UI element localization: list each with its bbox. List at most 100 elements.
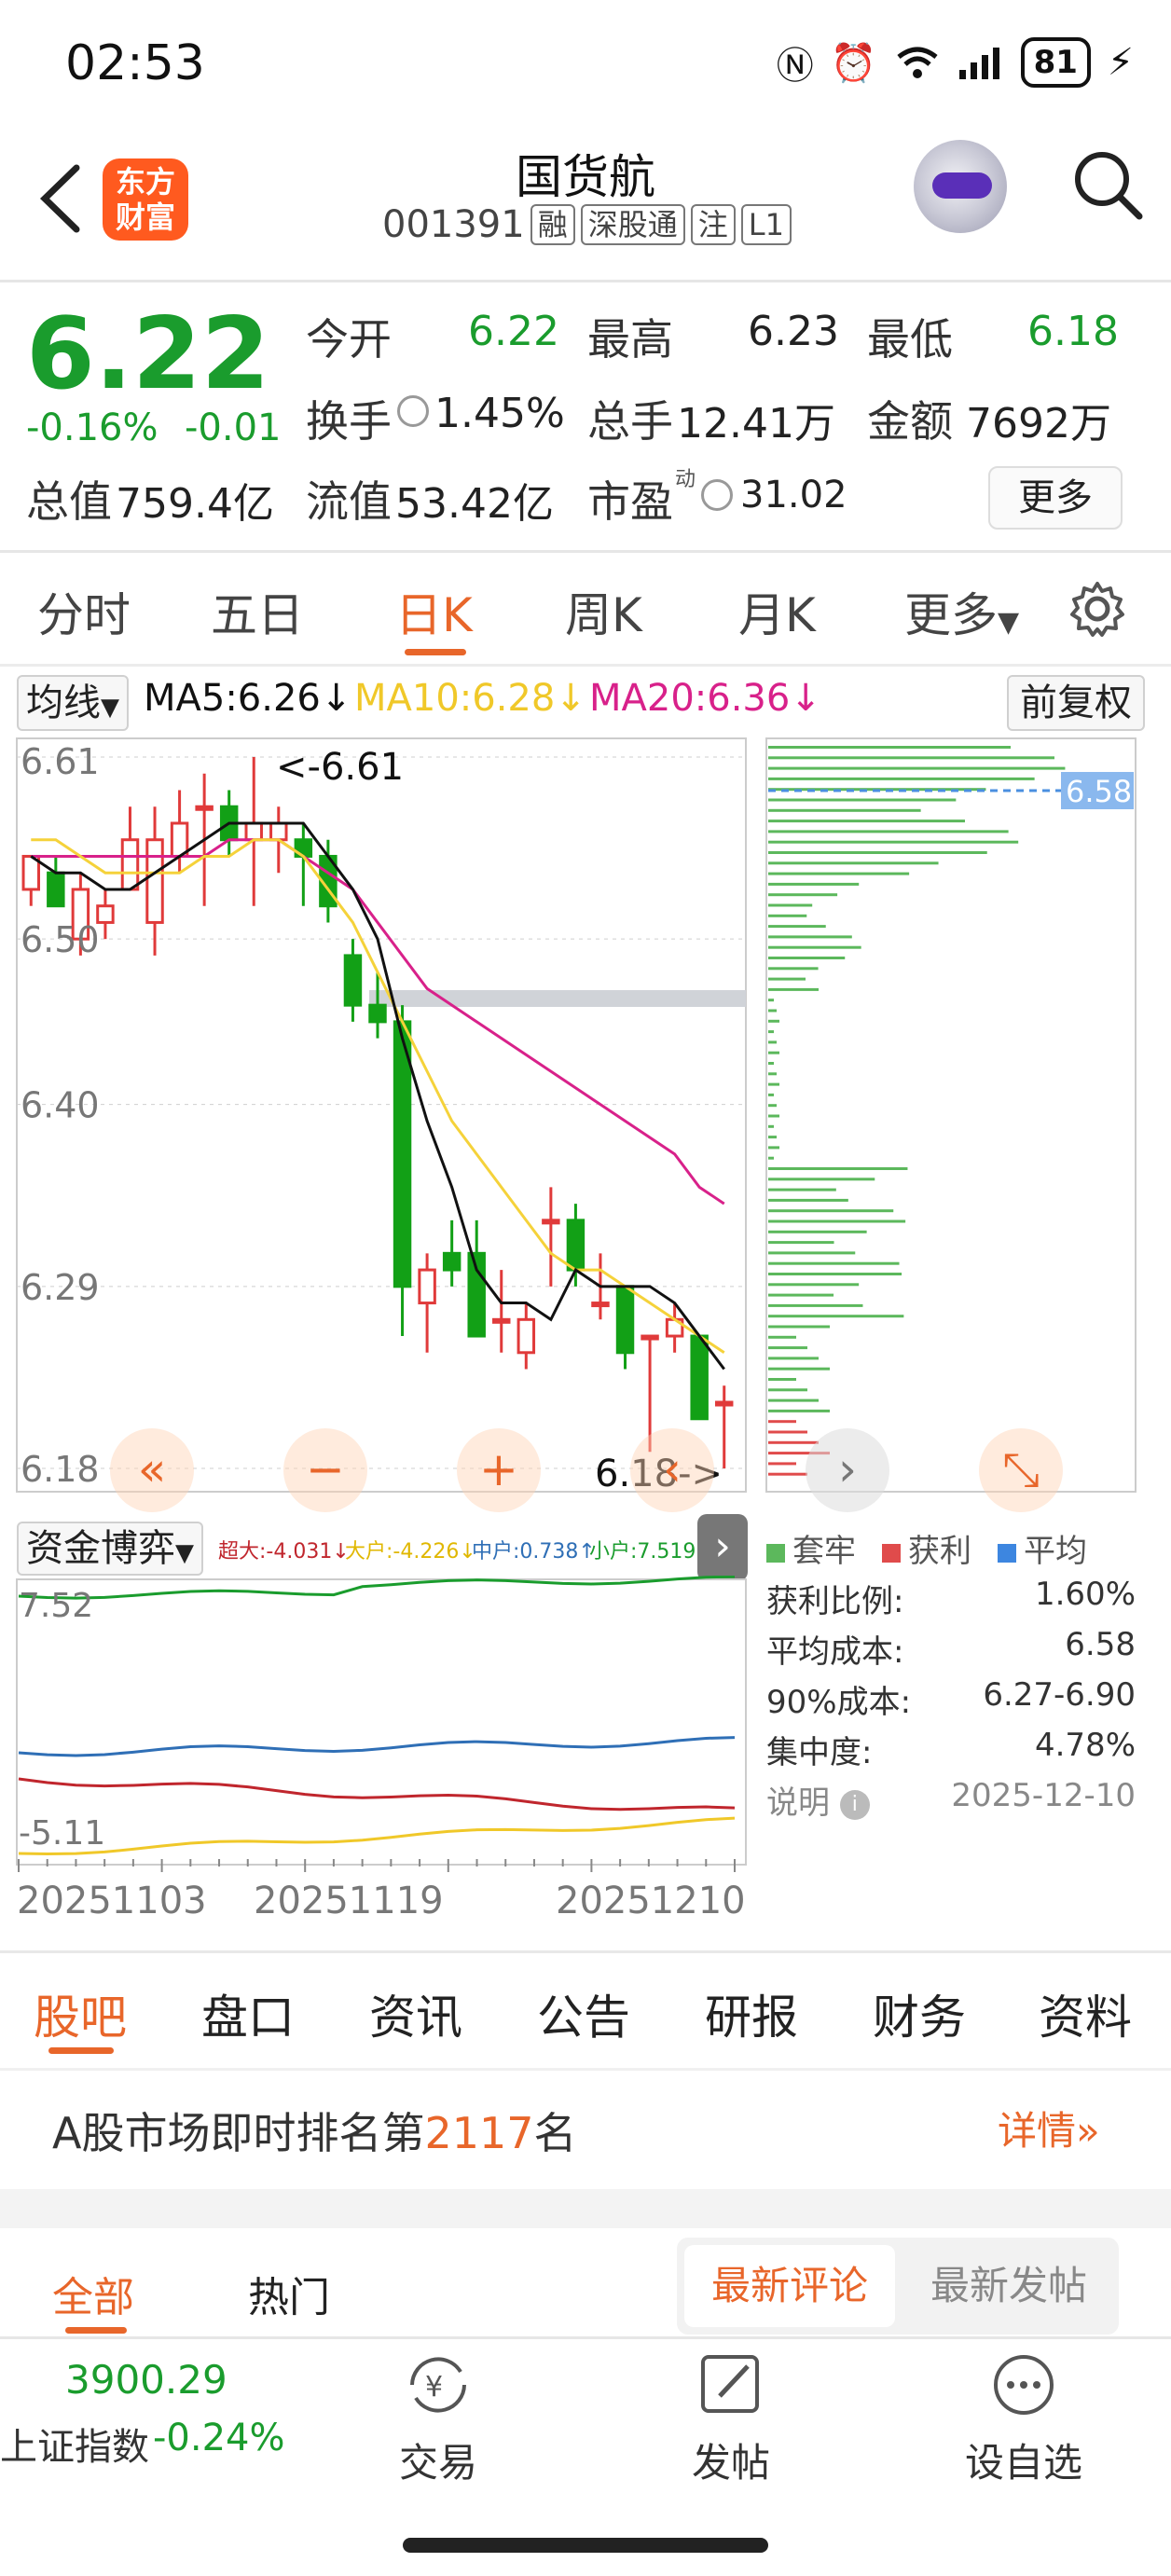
ma5-label: MA5:6.26↓ [144, 677, 352, 720]
chip-bar [768, 1409, 830, 1412]
chip-bar [768, 1462, 796, 1466]
chip-note[interactable]: 说明 i 2025-12-10 [766, 1777, 1136, 1823]
fullscreen-button[interactable]: ⤡ [979, 1428, 1063, 1512]
candle-up [591, 1302, 610, 1308]
tab-announcements[interactable]: 公告 [537, 1980, 630, 2047]
sort-latest-post[interactable]: 最新发帖 [904, 2245, 1113, 2327]
high-marker: <-6.61 [276, 746, 404, 789]
chip-bar [768, 872, 910, 875]
pe-value: 31.02 [740, 474, 847, 517]
chip-bar [768, 1167, 908, 1170]
float-value: 53.42亿 [395, 480, 554, 528]
rank-detail-link[interactable]: 详情» [998, 2100, 1100, 2156]
charging-icon: ⚡ [1107, 41, 1134, 84]
info-dots-icon[interactable] [397, 395, 429, 427]
open-value: 6.22 [468, 308, 559, 355]
add-watchlist-button[interactable]: 设自选 [930, 2349, 1117, 2488]
flow-y-max: 7.52 [19, 1587, 93, 1625]
chip-bar [768, 977, 806, 981]
index-value[interactable]: 3900.29 [65, 2357, 227, 2403]
chip-bar [768, 1273, 902, 1275]
y-tick-label: 6.61 [21, 741, 100, 782]
candle-up [244, 821, 263, 842]
quote-divider [0, 550, 1171, 553]
capital-flow-chart[interactable]: 7.52 -5.11 [0, 1576, 765, 1874]
chip-bar [768, 840, 1019, 844]
more-quote-button[interactable]: 更多 [988, 466, 1123, 530]
rank-number: 2117 [424, 2108, 534, 2158]
zoom-in-button[interactable]: + [457, 1428, 541, 1512]
caret-down-icon: ▼ [175, 1539, 194, 1567]
tab-weekly-k[interactable]: 周K [565, 578, 642, 645]
post-button[interactable]: 发帖 [638, 2349, 824, 2488]
tab-more[interactable]: 更多▼ [904, 578, 1019, 645]
tab-intraday[interactable]: 分时 [37, 578, 131, 645]
chip-bar [768, 1146, 779, 1150]
tabs-divider [0, 664, 1171, 667]
tab-monthly-k[interactable]: 月K [738, 578, 816, 645]
chip-bar [768, 820, 966, 823]
amount-value: 7692万 [966, 400, 1111, 448]
search-icon[interactable] [1070, 147, 1145, 222]
chip-bar [768, 808, 921, 812]
chip-bar [768, 903, 813, 907]
chip-bar [768, 1346, 807, 1350]
date-label-end: 20251210 [556, 1880, 746, 1922]
tab-hot-posts[interactable]: 热门 [248, 2264, 330, 2323]
chip-legend: 套牢 获利 平均 [766, 1525, 1087, 1571]
legend-average: 平均 [998, 1525, 1087, 1571]
trade-button[interactable]: ¥ 交易 [345, 2349, 531, 2488]
scroll-left-button[interactable]: ‹ [630, 1428, 714, 1512]
volume-label: 总手 [587, 396, 673, 447]
scroll-right-button[interactable]: › [806, 1428, 889, 1512]
candle-up [418, 1268, 436, 1305]
chip-bar [768, 967, 819, 971]
home-indicator[interactable] [403, 2538, 768, 2553]
pe-label: 市盈 [587, 476, 673, 527]
chip-bar [768, 1178, 875, 1181]
low-value: 6.18 [1027, 308, 1119, 355]
expand-panel-button[interactable]: › [697, 1514, 748, 1581]
chip-bar [768, 1219, 906, 1223]
chip-bar [768, 830, 1009, 833]
pe-info-icon[interactable] [701, 479, 733, 511]
tab-guba[interactable]: 股吧 [34, 1980, 127, 2047]
stock-subtitle: 001391 融 深股通 注 L1 [382, 203, 792, 246]
candle-up [96, 904, 115, 924]
chip-bar [768, 766, 1066, 770]
tab-daily-k[interactable]: 日K [395, 578, 473, 645]
chip-bar [768, 1230, 867, 1233]
status-time: 02:53 [65, 35, 205, 91]
tag-connect: 深股通 [580, 204, 685, 245]
tab-research[interactable]: 研报 [705, 1980, 798, 2047]
tab-pankou[interactable]: 盘口 [201, 1980, 295, 2047]
mktcap-label: 总值 [26, 476, 112, 527]
tab-profile[interactable]: 资料 [1039, 1980, 1132, 2047]
ma-selector[interactable]: 均线▼ [17, 675, 129, 731]
settings-gear-icon[interactable] [1068, 580, 1126, 638]
tab-five-day[interactable]: 五日 [211, 578, 304, 645]
sort-latest-comment[interactable]: 最新评论 [684, 2245, 895, 2327]
chip-bar [768, 1367, 830, 1371]
flow-small: 小户:7.519↑ [589, 1540, 713, 1564]
float-label: 流值 [306, 476, 392, 527]
candle-up [269, 821, 288, 842]
capital-flow-selector[interactable]: 资金博弈▼ [17, 1522, 203, 1576]
tab-news[interactable]: 资讯 [369, 1980, 462, 2047]
chip-bar [768, 925, 826, 929]
candle-up [195, 805, 214, 811]
chip-avg-label: 6.58 [1066, 774, 1132, 809]
candle-down [47, 871, 65, 908]
zoom-out-button[interactable]: − [283, 1428, 367, 1512]
tab-all-posts[interactable]: 全部 [52, 2264, 134, 2323]
tag-level: L1 [740, 204, 792, 245]
adjust-selector[interactable]: 前复权 [1007, 675, 1145, 731]
index-name[interactable]: 上证指数 [0, 2417, 149, 2471]
y-tick-label: 6.29 [21, 1267, 100, 1308]
kline-chart[interactable]: 6.616.506.406.296.18 <-6.61 6.18-> 6.58 [0, 727, 1171, 1510]
index-change[interactable]: -0.24% [153, 2417, 285, 2459]
chip-avg-cost: 平均成本: 6.58 [766, 1626, 1136, 1671]
scroll-left-fast-button[interactable]: « [110, 1428, 194, 1512]
news-tab-indicator [48, 2047, 114, 2054]
tab-finance[interactable]: 财务 [873, 1980, 966, 2047]
